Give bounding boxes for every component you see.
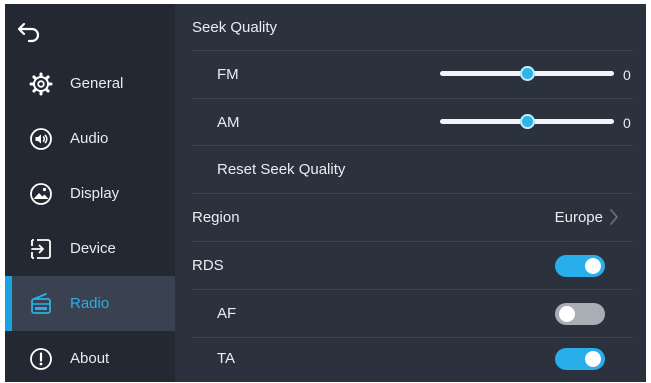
sidebar-item-label: Device (70, 240, 116, 257)
sidebar-item-display[interactable]: Display (5, 166, 175, 221)
slider-thumb[interactable] (520, 66, 535, 81)
sidebar-item-label: About (70, 350, 110, 367)
region-label: Region (192, 209, 240, 226)
toggle-knob (585, 257, 601, 274)
seek-quality-header: Seek Quality (192, 4, 633, 51)
toggle-knob (559, 305, 575, 322)
ta-toggle[interactable] (555, 347, 605, 370)
radio-settings-panel: Seek Quality FM 0 AM 0 Reset Seek Qualit… (175, 4, 646, 382)
reset-seek-quality-button[interactable]: Reset Seek Quality (192, 146, 633, 193)
region-value: Europe (554, 209, 603, 226)
rds-label: RDS (192, 257, 224, 274)
am-seek-row: AM 0 (192, 99, 633, 146)
fm-seek-slider[interactable] (440, 66, 614, 81)
radio-icon (28, 291, 54, 317)
back-button[interactable] (17, 16, 57, 48)
fm-seek-row: FM 0 (192, 51, 633, 98)
sidebar-item-label: General (70, 75, 124, 92)
sidebar-item-device[interactable]: Device (5, 221, 175, 276)
sidebar-item-general[interactable]: General (5, 56, 175, 111)
sidebar-item-label: Radio (70, 295, 110, 312)
gear-icon (28, 71, 54, 97)
ta-row: TA (192, 335, 633, 382)
rds-row: RDS (192, 242, 633, 289)
sidebar-item-label: Display (70, 185, 120, 202)
sidebar-item-radio[interactable]: Radio (5, 276, 175, 331)
display-icon (28, 181, 54, 207)
am-seek-slider[interactable] (440, 114, 614, 129)
back-arrow-icon (17, 22, 40, 43)
sidebar-item-about[interactable]: About (5, 331, 175, 382)
ta-label: TA (217, 350, 236, 367)
seek-quality-title: Seek Quality (192, 19, 278, 36)
af-toggle[interactable] (555, 302, 605, 325)
am-seek-value: 0 (623, 114, 631, 131)
toggle-knob (585, 350, 601, 367)
speaker-icon (28, 126, 54, 152)
info-icon (28, 346, 54, 372)
device-icon (28, 236, 54, 262)
region-row[interactable]: Region Europe (192, 194, 633, 241)
chevron-right-icon (610, 209, 618, 225)
rds-toggle[interactable] (555, 254, 605, 277)
am-label: AM (217, 114, 240, 131)
fm-label: FM (217, 66, 239, 83)
af-label: AF (217, 305, 237, 322)
af-row: AF (192, 290, 633, 337)
reset-seek-quality-label: Reset Seek Quality (217, 161, 346, 178)
fm-seek-value: 0 (623, 66, 631, 83)
sidebar: General Audio Display Device Radio About (5, 4, 175, 382)
settings-screen: General Audio Display Device Radio About… (5, 4, 646, 382)
sidebar-item-label: Audio (70, 130, 109, 147)
slider-thumb[interactable] (520, 114, 535, 129)
sidebar-item-audio[interactable]: Audio (5, 111, 175, 166)
